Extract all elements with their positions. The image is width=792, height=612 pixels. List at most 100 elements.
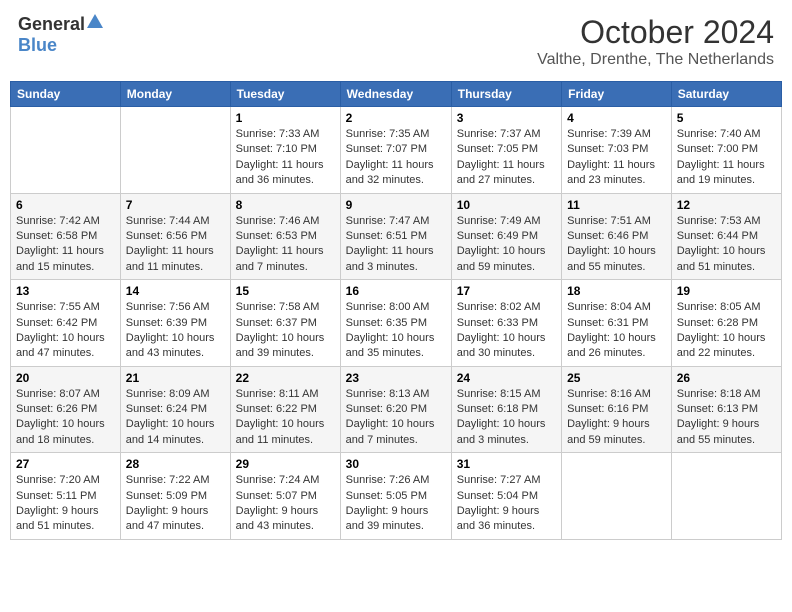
calendar-cell: 28 Sunrise: 7:22 AM Sunset: 5:09 PM Dayli… bbox=[120, 453, 230, 540]
day-number: 18 bbox=[567, 284, 666, 298]
calendar-cell: 8 Sunrise: 7:46 AM Sunset: 6:53 PM Daylig… bbox=[230, 193, 340, 280]
calendar-cell: 7 Sunrise: 7:44 AM Sunset: 6:56 PM Daylig… bbox=[120, 193, 230, 280]
logo-blue-text: Blue bbox=[18, 35, 57, 56]
day-number: 26 bbox=[677, 371, 776, 385]
logo-triangle-icon bbox=[87, 14, 103, 33]
calendar-cell: 15 Sunrise: 7:58 AM Sunset: 6:37 PM Dayli… bbox=[230, 280, 340, 367]
day-number: 22 bbox=[236, 371, 335, 385]
calendar-cell: 6 Sunrise: 7:42 AM Sunset: 6:58 PM Daylig… bbox=[11, 193, 121, 280]
day-info: Sunrise: 7:24 AM Sunset: 5:07 PM Dayligh… bbox=[236, 473, 335, 535]
day-number: 24 bbox=[457, 371, 556, 385]
calendar-cell: 4Sunrise: 7:39 AM Sunset: 7:03 PM Daylig… bbox=[562, 107, 672, 194]
calendar-cell: 26 Sunrise: 8:18 AM Sunset: 6:13 PM Dayli… bbox=[671, 366, 781, 453]
calendar-week-3: 13Sunrise: 7:55 AM Sunset: 6:42 PM Dayli… bbox=[11, 280, 782, 367]
day-info: Sunrise: 8:13 AM Sunset: 6:20 PM Dayligh… bbox=[346, 387, 446, 449]
day-info: Sunrise: 8:09 AM Sunset: 6:24 PM Dayligh… bbox=[126, 387, 225, 449]
day-info: Sunrise: 8:07 AM Sunset: 6:26 PM Dayligh… bbox=[16, 387, 115, 449]
day-info: Sunrise: 8:00 AM Sunset: 6:35 PM Dayligh… bbox=[346, 300, 446, 362]
month-title: October 2024 bbox=[537, 14, 774, 51]
day-number: 5 bbox=[677, 111, 776, 125]
day-number: 2 bbox=[346, 111, 446, 125]
day-number: 3 bbox=[457, 111, 556, 125]
weekday-header-sunday: Sunday bbox=[11, 82, 121, 107]
day-info: Sunrise: 7:40 AM Sunset: 7:00 PM Dayligh… bbox=[677, 127, 776, 189]
day-number: 15 bbox=[236, 284, 335, 298]
day-info: Sunrise: 7:39 AM Sunset: 7:03 PM Dayligh… bbox=[567, 127, 666, 189]
calendar-cell: 22Sunrise: 8:11 AM Sunset: 6:22 PM Dayli… bbox=[230, 366, 340, 453]
page-header: General Blue October 2024 Valthe, Drenth… bbox=[10, 10, 782, 73]
weekday-header-tuesday: Tuesday bbox=[230, 82, 340, 107]
day-info: Sunrise: 7:37 AM Sunset: 7:05 PM Dayligh… bbox=[457, 127, 556, 189]
day-number: 28 bbox=[126, 457, 225, 471]
day-info: Sunrise: 7:49 AM Sunset: 6:49 PM Dayligh… bbox=[457, 214, 556, 276]
calendar-cell: 31 Sunrise: 7:27 AM Sunset: 5:04 PM Dayli… bbox=[451, 453, 561, 540]
calendar-cell: 2 Sunrise: 7:35 AM Sunset: 7:07 PM Daylig… bbox=[340, 107, 451, 194]
calendar-cell: 24 Sunrise: 8:15 AM Sunset: 6:18 PM Dayli… bbox=[451, 366, 561, 453]
calendar-cell: 17 Sunrise: 8:02 AM Sunset: 6:33 PM Dayli… bbox=[451, 280, 561, 367]
calendar-cell bbox=[120, 107, 230, 194]
day-number: 17 bbox=[457, 284, 556, 298]
day-number: 30 bbox=[346, 457, 446, 471]
weekday-header-row: SundayMondayTuesdayWednesdayThursdayFrid… bbox=[11, 82, 782, 107]
day-info: Sunrise: 8:16 AM Sunset: 6:16 PM Dayligh… bbox=[567, 387, 666, 449]
calendar-cell: 29 Sunrise: 7:24 AM Sunset: 5:07 PM Dayli… bbox=[230, 453, 340, 540]
day-number: 21 bbox=[126, 371, 225, 385]
day-info: Sunrise: 8:15 AM Sunset: 6:18 PM Dayligh… bbox=[457, 387, 556, 449]
day-info: Sunrise: 7:35 AM Sunset: 7:07 PM Dayligh… bbox=[346, 127, 446, 189]
day-number: 29 bbox=[236, 457, 335, 471]
calendar-cell: 11 Sunrise: 7:51 AM Sunset: 6:46 PM Dayli… bbox=[562, 193, 672, 280]
calendar-cell: 16Sunrise: 8:00 AM Sunset: 6:35 PM Dayli… bbox=[340, 280, 451, 367]
day-number: 6 bbox=[16, 198, 115, 212]
day-number: 10 bbox=[457, 198, 556, 212]
day-number: 20 bbox=[16, 371, 115, 385]
day-info: Sunrise: 7:51 AM Sunset: 6:46 PM Dayligh… bbox=[567, 214, 666, 276]
day-number: 12 bbox=[677, 198, 776, 212]
day-number: 31 bbox=[457, 457, 556, 471]
calendar-week-5: 27 Sunrise: 7:20 AM Sunset: 5:11 PM Dayli… bbox=[11, 453, 782, 540]
day-info: Sunrise: 7:22 AM Sunset: 5:09 PM Dayligh… bbox=[126, 473, 225, 535]
calendar-week-2: 6 Sunrise: 7:42 AM Sunset: 6:58 PM Daylig… bbox=[11, 193, 782, 280]
day-info: Sunrise: 7:46 AM Sunset: 6:53 PM Dayligh… bbox=[236, 214, 335, 276]
calendar-cell: 14 Sunrise: 7:56 AM Sunset: 6:39 PM Dayli… bbox=[120, 280, 230, 367]
calendar-table: SundayMondayTuesdayWednesdayThursdayFrid… bbox=[10, 81, 782, 540]
calendar-cell: 27 Sunrise: 7:20 AM Sunset: 5:11 PM Dayli… bbox=[11, 453, 121, 540]
calendar-cell: 21 Sunrise: 8:09 AM Sunset: 6:24 PM Dayli… bbox=[120, 366, 230, 453]
calendar-cell: 18 Sunrise: 8:04 AM Sunset: 6:31 PM Dayli… bbox=[562, 280, 672, 367]
location-title: Valthe, Drenthe, The Netherlands bbox=[537, 51, 774, 69]
day-info: Sunrise: 7:44 AM Sunset: 6:56 PM Dayligh… bbox=[126, 214, 225, 276]
calendar-cell bbox=[671, 453, 781, 540]
day-info: Sunrise: 7:33 AM Sunset: 7:10 PM Dayligh… bbox=[236, 127, 335, 189]
day-info: Sunrise: 7:55 AM Sunset: 6:42 PM Dayligh… bbox=[16, 300, 115, 362]
calendar-week-4: 20 Sunrise: 8:07 AM Sunset: 6:26 PM Dayli… bbox=[11, 366, 782, 453]
calendar-cell bbox=[562, 453, 672, 540]
calendar-cell: 20 Sunrise: 8:07 AM Sunset: 6:26 PM Dayli… bbox=[11, 366, 121, 453]
day-info: Sunrise: 7:20 AM Sunset: 5:11 PM Dayligh… bbox=[16, 473, 115, 535]
day-number: 8 bbox=[236, 198, 335, 212]
day-info: Sunrise: 8:04 AM Sunset: 6:31 PM Dayligh… bbox=[567, 300, 666, 362]
day-info: Sunrise: 7:27 AM Sunset: 5:04 PM Dayligh… bbox=[457, 473, 556, 535]
day-info: Sunrise: 7:58 AM Sunset: 6:37 PM Dayligh… bbox=[236, 300, 335, 362]
calendar-body: 1 Sunrise: 7:33 AM Sunset: 7:10 PM Daylig… bbox=[11, 107, 782, 540]
day-number: 11 bbox=[567, 198, 666, 212]
day-info: Sunrise: 7:53 AM Sunset: 6:44 PM Dayligh… bbox=[677, 214, 776, 276]
day-number: 9 bbox=[346, 198, 446, 212]
day-number: 7 bbox=[126, 198, 225, 212]
calendar-cell: 12 Sunrise: 7:53 AM Sunset: 6:44 PM Dayli… bbox=[671, 193, 781, 280]
calendar-cell: 9Sunrise: 7:47 AM Sunset: 6:51 PM Daylig… bbox=[340, 193, 451, 280]
day-number: 27 bbox=[16, 457, 115, 471]
day-number: 14 bbox=[126, 284, 225, 298]
day-info: Sunrise: 7:56 AM Sunset: 6:39 PM Dayligh… bbox=[126, 300, 225, 362]
day-number: 1 bbox=[236, 111, 335, 125]
weekday-header-monday: Monday bbox=[120, 82, 230, 107]
calendar-cell bbox=[11, 107, 121, 194]
day-info: Sunrise: 8:05 AM Sunset: 6:28 PM Dayligh… bbox=[677, 300, 776, 362]
calendar-cell: 13Sunrise: 7:55 AM Sunset: 6:42 PM Dayli… bbox=[11, 280, 121, 367]
day-info: Sunrise: 8:02 AM Sunset: 6:33 PM Dayligh… bbox=[457, 300, 556, 362]
logo-general-text: General bbox=[18, 14, 85, 35]
calendar-cell: 19Sunrise: 8:05 AM Sunset: 6:28 PM Dayli… bbox=[671, 280, 781, 367]
day-number: 25 bbox=[567, 371, 666, 385]
day-info: Sunrise: 7:26 AM Sunset: 5:05 PM Dayligh… bbox=[346, 473, 446, 535]
calendar-cell: 30 Sunrise: 7:26 AM Sunset: 5:05 PM Dayli… bbox=[340, 453, 451, 540]
day-info: Sunrise: 7:42 AM Sunset: 6:58 PM Dayligh… bbox=[16, 214, 115, 276]
day-info: Sunrise: 8:18 AM Sunset: 6:13 PM Dayligh… bbox=[677, 387, 776, 449]
